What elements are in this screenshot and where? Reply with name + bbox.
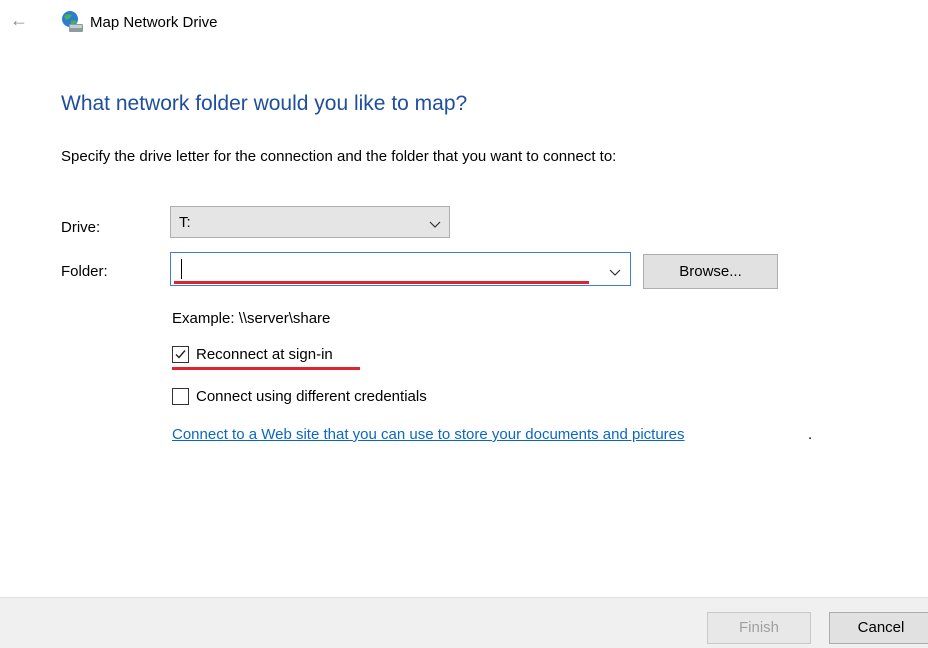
folder-label: Folder: [61, 263, 108, 280]
back-arrow-icon[interactable]: ← [10, 10, 28, 30]
drive-select[interactable]: T: [170, 206, 450, 238]
drive-label: Drive: [61, 219, 101, 236]
instruction-text: Specify the drive letter for the connect… [61, 148, 617, 165]
link-trailing-period: . [808, 426, 813, 443]
browse-button[interactable]: Browse... [643, 254, 778, 289]
credentials-label: Connect using different credentials [196, 388, 427, 405]
cancel-button[interactable]: Cancel [829, 612, 928, 644]
drive-select-value: T: [179, 214, 191, 231]
page-heading: What network folder would you like to ma… [61, 92, 468, 115]
annotation-underline [172, 367, 360, 370]
reconnect-checkbox[interactable] [172, 346, 189, 363]
reconnect-label: Reconnect at sign-in [196, 346, 333, 363]
text-caret [181, 259, 182, 279]
folder-example-text: Example: \\server\share [172, 310, 331, 327]
network-drive-icon [60, 10, 84, 34]
dialog-footer: Finish Cancel [0, 597, 928, 648]
chevron-down-icon[interactable] [609, 265, 621, 276]
chevron-down-icon [429, 217, 441, 228]
annotation-underline [174, 281, 589, 284]
window-title: Map Network Drive [90, 14, 218, 31]
credentials-checkbox[interactable] [172, 388, 189, 405]
finish-button[interactable]: Finish [707, 612, 811, 644]
web-site-link[interactable]: Connect to a Web site that you can use t… [172, 425, 685, 445]
